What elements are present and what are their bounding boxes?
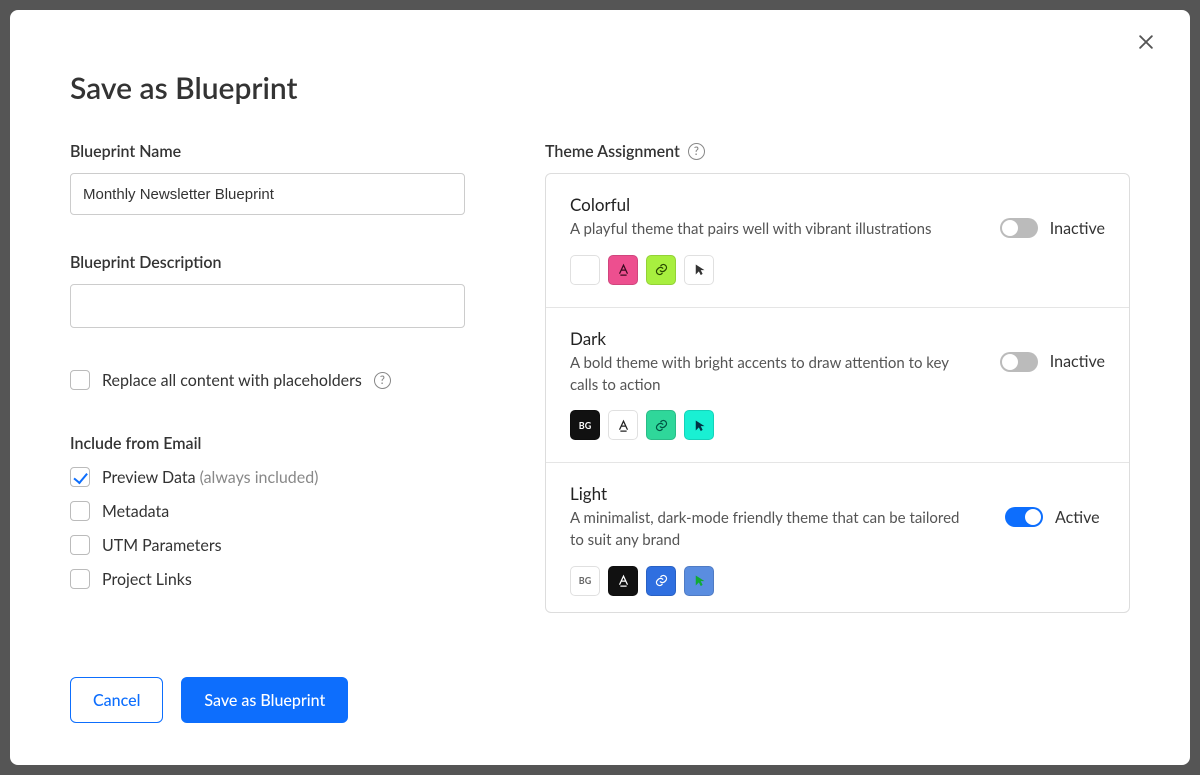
bg-blank-swatch bbox=[570, 255, 600, 285]
theme-list[interactable]: Colorful A playful theme that pairs well … bbox=[545, 173, 1130, 613]
theme-item: Colorful A playful theme that pairs well … bbox=[546, 174, 1129, 308]
theme-status-label: Inactive bbox=[1050, 219, 1105, 238]
theme-status-label: Inactive bbox=[1050, 352, 1105, 371]
link-swatch bbox=[646, 255, 676, 285]
save-button[interactable]: Save as Blueprint bbox=[181, 677, 348, 723]
theme-name: Light bbox=[570, 483, 985, 504]
include-metadata-row[interactable]: Metadata bbox=[70, 501, 485, 521]
modal-footer: Cancel Save as Blueprint bbox=[70, 677, 348, 723]
include-utm-row[interactable]: UTM Parameters bbox=[70, 535, 485, 555]
link-swatch bbox=[646, 566, 676, 596]
include-project-links-checkbox[interactable] bbox=[70, 569, 90, 589]
replace-placeholders-row[interactable]: Replace all content with placeholders ? bbox=[70, 370, 485, 390]
blueprint-name-input[interactable] bbox=[70, 173, 465, 215]
cursor-swatch bbox=[684, 410, 714, 440]
text-swatch bbox=[608, 255, 638, 285]
help-icon[interactable]: ? bbox=[688, 143, 705, 160]
bg-swatch: BG bbox=[570, 410, 600, 440]
theme-description: A playful theme that pairs well with vib… bbox=[570, 219, 970, 241]
theme-description: A minimalist, dark-mode friendly theme t… bbox=[570, 508, 970, 552]
include-preview-label: Preview Data bbox=[102, 468, 196, 487]
theme-swatches bbox=[570, 255, 980, 285]
theme-toggle[interactable] bbox=[1000, 218, 1038, 238]
theme-name: Dark bbox=[570, 328, 980, 349]
theme-item: Dark A bold theme with bright accents to … bbox=[546, 308, 1129, 464]
text-swatch bbox=[608, 410, 638, 440]
theme-heading: Theme Assignment ? bbox=[545, 142, 1130, 161]
theme-toggle[interactable] bbox=[1000, 352, 1038, 372]
left-column: Blueprint Name Blueprint Description Rep… bbox=[70, 142, 485, 613]
include-preview-suffix: (always included) bbox=[200, 468, 319, 487]
include-project-links-row[interactable]: Project Links bbox=[70, 569, 485, 589]
include-preview-row: Preview Data (always included) bbox=[70, 467, 485, 487]
bg-swatch: BG bbox=[570, 566, 600, 596]
blueprint-desc-label: Blueprint Description bbox=[70, 253, 485, 272]
include-preview-checkbox bbox=[70, 467, 90, 487]
replace-placeholders-checkbox[interactable] bbox=[70, 370, 90, 390]
theme-toggle[interactable] bbox=[1005, 507, 1043, 527]
right-column: Theme Assignment ? Colorful A playful the… bbox=[545, 142, 1130, 613]
include-utm-label: UTM Parameters bbox=[102, 536, 222, 555]
include-project-links-label: Project Links bbox=[102, 570, 192, 589]
close-icon[interactable] bbox=[1136, 32, 1160, 56]
link-swatch bbox=[646, 410, 676, 440]
cursor-swatch bbox=[684, 255, 714, 285]
include-utm-checkbox[interactable] bbox=[70, 535, 90, 555]
theme-swatches: BG bbox=[570, 410, 980, 440]
theme-item: Light A minimalist, dark-mode friendly th… bbox=[546, 463, 1129, 613]
include-metadata-label: Metadata bbox=[102, 502, 169, 521]
theme-name: Colorful bbox=[570, 194, 980, 215]
text-swatch bbox=[608, 566, 638, 596]
save-blueprint-modal: Save as Blueprint Blueprint Name Bluepri… bbox=[10, 10, 1190, 765]
cancel-button[interactable]: Cancel bbox=[70, 677, 163, 723]
blueprint-desc-input[interactable] bbox=[70, 284, 465, 328]
theme-description: A bold theme with bright accents to draw… bbox=[570, 353, 970, 397]
replace-placeholders-label: Replace all content with placeholders bbox=[102, 371, 362, 390]
theme-heading-text: Theme Assignment bbox=[545, 142, 680, 161]
cursor-swatch bbox=[684, 566, 714, 596]
modal-title: Save as Blueprint bbox=[70, 70, 1130, 106]
blueprint-name-label: Blueprint Name bbox=[70, 142, 485, 161]
include-metadata-checkbox[interactable] bbox=[70, 501, 90, 521]
theme-status-label: Active bbox=[1055, 508, 1100, 527]
theme-swatches: BG bbox=[570, 566, 985, 596]
help-icon[interactable]: ? bbox=[374, 372, 391, 389]
include-heading: Include from Email bbox=[70, 434, 485, 453]
